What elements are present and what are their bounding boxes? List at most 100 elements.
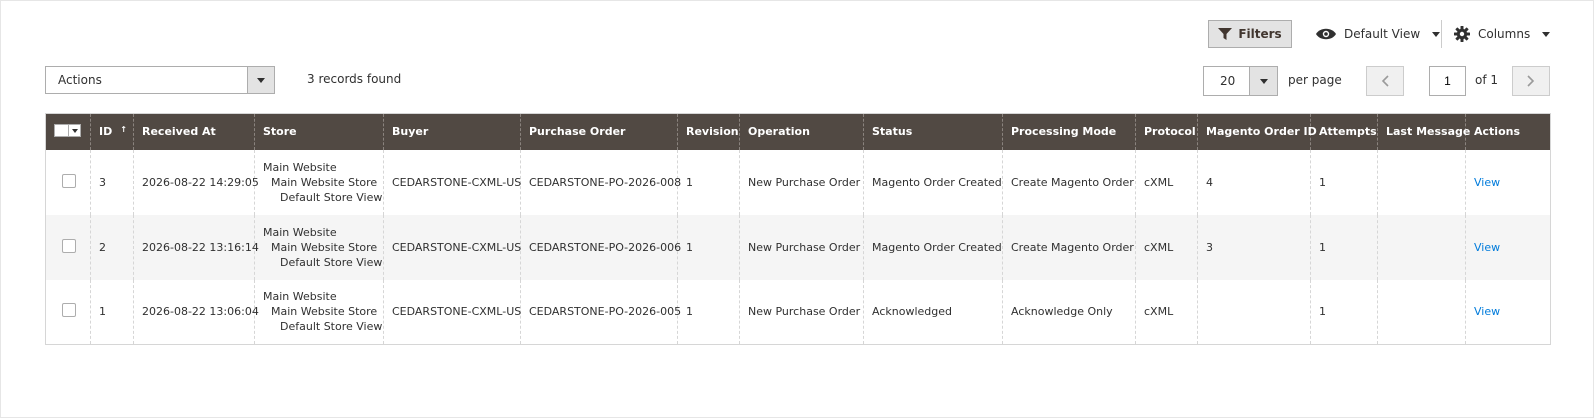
table-row: 3 2026-08-22 14:29:05 Main Website Main … xyxy=(45,149,1551,215)
cell-received-at: 2026-08-22 14:29:05 xyxy=(133,149,259,215)
mass-actions-label: Actions xyxy=(58,73,102,87)
cell-purchase-order: CEDARSTONE-PO-2026-005 xyxy=(520,279,681,345)
column-header-store[interactable]: Store xyxy=(254,113,384,150)
store-view: Default Store View xyxy=(280,320,383,334)
row-checkbox[interactable] xyxy=(62,173,76,188)
row-select-cell xyxy=(45,149,91,215)
cell-magento-order-id xyxy=(1197,279,1311,345)
cell-buyer: CEDARSTONE-CXML-US xyxy=(383,214,521,280)
cell-buyer: CEDARSTONE-CXML-US xyxy=(383,149,521,215)
cell-actions: View xyxy=(1465,149,1551,215)
cell-actions: View xyxy=(1465,279,1551,345)
cell-last-message xyxy=(1377,279,1466,345)
chevron-down-icon xyxy=(1542,31,1551,37)
mass-select-checkbox[interactable] xyxy=(54,124,81,138)
column-header-status[interactable]: Status xyxy=(863,113,1003,150)
sort-ascending-icon: ↑ xyxy=(120,125,127,135)
next-page-button[interactable] xyxy=(1512,66,1550,96)
store-group: Main Website Store xyxy=(271,175,378,189)
chevron-right-icon xyxy=(1527,75,1535,87)
cell-protocol: cXML xyxy=(1135,279,1198,345)
cell-id: 3 xyxy=(90,149,134,215)
funnel-icon xyxy=(1218,27,1233,40)
cell-protocol: cXML xyxy=(1135,214,1198,280)
cell-magento-order-id: 4 xyxy=(1197,149,1311,215)
total-pages-label: of 1 xyxy=(1475,73,1499,87)
per-page-value: 20 xyxy=(1220,74,1236,88)
store-view: Default Store View xyxy=(280,190,383,204)
column-header-actions: Actions xyxy=(1465,113,1551,150)
row-select-cell xyxy=(45,279,91,345)
cell-protocol: cXML xyxy=(1135,149,1198,215)
cell-purchase-order: CEDARSTONE-PO-2026-006 xyxy=(520,214,681,280)
toolbar-divider xyxy=(1441,20,1442,48)
per-page-label: per page xyxy=(1288,73,1342,87)
column-header-operation[interactable]: Operation xyxy=(739,113,864,150)
cell-purchase-order: CEDARSTONE-PO-2026-008 xyxy=(520,149,681,215)
per-page-dropdown-button[interactable] xyxy=(1249,67,1277,95)
cell-status: Acknowledged xyxy=(863,279,1003,345)
store-group: Main Website Store xyxy=(271,240,378,254)
filters-label: Filters xyxy=(1238,27,1282,41)
default-view-switcher[interactable]: Default View xyxy=(1316,20,1441,48)
eye-icon xyxy=(1316,28,1336,40)
columns-control[interactable]: Columns xyxy=(1454,20,1551,48)
row-checkbox[interactable] xyxy=(62,238,76,253)
column-header-buyer[interactable]: Buyer xyxy=(383,113,521,150)
page-number-input[interactable] xyxy=(1429,66,1466,96)
cell-operation: New Purchase Order xyxy=(739,214,864,280)
view-link[interactable]: View xyxy=(1474,176,1500,189)
store-group: Main Website Store xyxy=(271,305,378,319)
chevron-down-icon xyxy=(257,77,265,83)
column-header-received-at[interactable]: Received At xyxy=(133,113,255,150)
cell-received-at: 2026-08-22 13:06:04 xyxy=(133,279,259,345)
column-header-attempts[interactable]: Attempts xyxy=(1310,113,1378,150)
cell-attempts: 1 xyxy=(1310,149,1378,215)
cell-actions: View xyxy=(1465,214,1551,280)
column-header-processing-mode[interactable]: Processing Mode xyxy=(1002,113,1136,150)
view-link[interactable]: View xyxy=(1474,241,1500,254)
default-view-label: Default View xyxy=(1344,27,1421,41)
cell-revision: 1 xyxy=(677,279,740,345)
row-select-cell xyxy=(45,214,91,280)
cell-attempts: 1 xyxy=(1310,279,1378,345)
grid-header-row: ID ↑ Received At Store Buyer Purchase Ord… xyxy=(45,113,1551,150)
cell-store: Main Website Main Website Store Default … xyxy=(254,279,384,345)
cell-status: Magento Order Created xyxy=(863,149,1003,215)
previous-page-button[interactable] xyxy=(1366,66,1404,96)
store-website: Main Website xyxy=(263,225,337,239)
cell-processing-mode: Create Magento Order xyxy=(1002,214,1136,280)
columns-label: Columns xyxy=(1478,27,1531,41)
column-header-id[interactable]: ID ↑ xyxy=(90,113,134,150)
filters-button[interactable]: Filters xyxy=(1208,20,1292,48)
cell-buyer: CEDARSTONE-CXML-US xyxy=(383,279,521,345)
column-header-protocol[interactable]: Protocol xyxy=(1135,113,1198,150)
chevron-left-icon xyxy=(1381,75,1389,87)
column-header-purchase-order[interactable]: Purchase Order xyxy=(520,113,678,150)
per-page-select[interactable]: 20 xyxy=(1203,66,1278,96)
column-header-last-message[interactable]: Last Message xyxy=(1377,113,1470,150)
mass-actions-dropdown-button[interactable] xyxy=(247,67,274,93)
cell-store: Main Website Main Website Store Default … xyxy=(254,214,384,280)
store-view: Default Store View xyxy=(280,255,383,269)
chevron-down-icon xyxy=(71,128,78,133)
chevron-down-icon xyxy=(1432,31,1441,37)
column-header-magento-order-id[interactable]: Magento Order ID xyxy=(1197,113,1317,150)
purchase-orders-grid: ID ↑ Received At Store Buyer Purchase Ord… xyxy=(45,113,1551,345)
mass-select-header[interactable] xyxy=(45,113,91,150)
cell-status: Magento Order Created xyxy=(863,214,1003,280)
row-checkbox[interactable] xyxy=(62,303,76,318)
gear-icon xyxy=(1454,26,1470,42)
cell-attempts: 1 xyxy=(1310,214,1378,280)
table-row: 2 2026-08-22 13:16:14 Main Website Main … xyxy=(45,214,1551,280)
cell-revision: 1 xyxy=(677,149,740,215)
cell-id: 2 xyxy=(90,214,134,280)
cell-revision: 1 xyxy=(677,214,740,280)
cell-magento-order-id: 3 xyxy=(1197,214,1311,280)
store-website: Main Website xyxy=(263,160,337,174)
chevron-down-icon xyxy=(1259,78,1268,84)
cell-last-message xyxy=(1377,214,1466,280)
mass-actions-select[interactable]: Actions xyxy=(45,66,275,94)
column-header-revision[interactable]: Revision xyxy=(677,113,740,150)
view-link[interactable]: View xyxy=(1474,305,1500,318)
